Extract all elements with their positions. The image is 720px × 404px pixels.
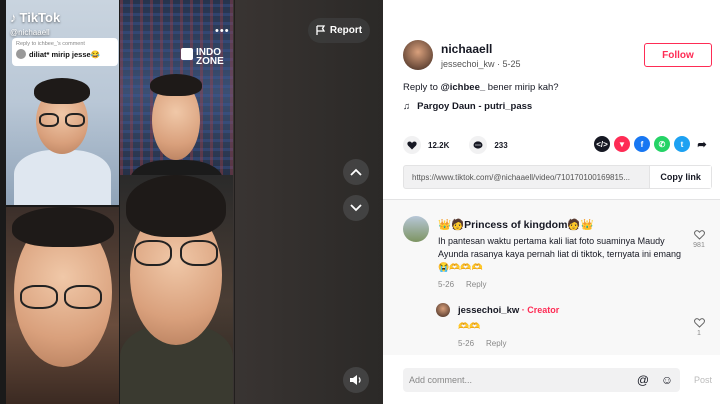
share-arrow-icon[interactable]: ➦ [694,136,710,152]
next-video-button[interactable] [343,195,369,221]
comment-input-placeholder: Add comment... [409,375,473,385]
follow-button[interactable]: Follow [644,43,712,67]
caption-text: bener mirip kah? [485,82,559,93]
comment-author-name[interactable]: 👑🧑Princess of kingdom🧑👑 [438,218,594,231]
video-stats: 12.2K 233 [403,136,528,154]
music-title: Pargoy Daun - putri_pass [417,101,533,112]
reply-bubble-text: diliat* mirip jesse😂 [29,49,101,59]
report-button[interactable]: Report [308,18,370,43]
speaker-icon [350,375,361,385]
comment-like[interactable]: 981 [689,230,709,249]
comment-like-count: 981 [693,242,705,249]
tiktok-logo: ♪ TikTok [10,10,60,25]
report-label: Report [329,25,363,36]
chevron-down-icon [350,204,362,212]
post-button[interactable]: Post [694,375,712,385]
reply-bubble-header: Reply to ichbee_'s comment [16,41,85,47]
reply-author-line: jessechoi_kw · Creator [458,305,559,316]
comment-reply-button[interactable]: Reply [466,280,486,289]
chevron-up-icon [350,168,362,176]
indozone-text: INDO ZONE [196,47,224,67]
like-count: 12.2K [428,140,450,150]
reply-reply-button[interactable]: Reply [486,339,506,348]
reply-like[interactable]: 1 [689,318,709,337]
commenter-avatar[interactable] [403,216,429,242]
mention-icon[interactable]: @ [636,373,650,387]
caption-prefix: Reply to [403,82,441,93]
indozone-watermark: INDO ZONE [181,47,226,67]
volume-button[interactable] [343,367,369,393]
tiktok-note-icon: ♪ [10,10,17,25]
tiktok-video-page: ♪ TikTok @nichaaell Reply to ichbee_'s c… [0,0,720,404]
indozone-logo-icon [181,48,193,60]
embed-icon[interactable]: </> [594,136,610,152]
comment-bubble-icon [473,140,483,149]
reply-date: 5-26 [458,339,475,348]
heart-icon [407,140,417,149]
video-player[interactable]: ♪ TikTok @nichaaell Reply to ichbee_'s c… [0,0,383,404]
reply-author-name[interactable]: jessechoi_kw [458,305,519,316]
twitter-icon[interactable]: t [674,136,690,152]
heart-outline-icon [693,230,705,240]
video-frame: ♪ TikTok @nichaaell Reply to ichbee_'s c… [0,0,235,404]
comment-count: 233 [494,140,508,150]
comment-date: 5-26 [438,280,455,289]
comment-input[interactable]: Add comment... @ ☺ [403,368,680,392]
video-watermark-username: @nichaaell [10,28,50,37]
video-tile-bottom-left [6,207,119,404]
share-buttons: </> ▼ f ✆ t ➦ [594,136,710,152]
author-info: nichaaell jessechoi_kw · 5-25 [403,40,521,70]
like-button[interactable] [403,136,421,154]
facebook-icon[interactable]: f [634,136,650,152]
send-to-friends-icon[interactable]: ▼ [614,136,630,152]
music-link[interactable]: ♫ Pargoy Daun - putri_pass [403,101,532,112]
creator-badge: · Creator [519,305,560,315]
comment-text: Ih pantesan waktu pertama kali liat foto… [438,236,681,272]
video-url[interactable]: https://www.tiktok.com/@nichaaell/video/… [404,173,649,182]
video-caption: Reply to @ichbee_ bener mirip kah? [403,82,559,93]
comment-meta: 5-26 Reply [438,280,486,289]
comment-button[interactable] [469,136,488,154]
more-dots-icon: ••• [215,25,230,37]
reply-meta: 5-26 Reply [458,339,506,348]
reply-bubble-avatar [16,49,26,59]
video-tile-bottom-right [120,175,233,404]
reply-comment-bubble: Reply to ichbee_'s comment diliat* mirip… [12,38,118,66]
flag-icon [316,25,326,35]
author-subline: jessechoi_kw · 5-25 [441,58,521,69]
caption-mention-link[interactable]: @ichbee_ [441,82,486,93]
copy-link-button[interactable]: Copy link [649,166,711,188]
tiktok-brand-text: TikTok [19,10,61,25]
music-note-icon: ♫ [403,101,411,112]
reply-like-count: 1 [697,330,701,337]
reply-text: 🫶🫶 [458,321,481,331]
details-panel: nichaaell jessechoi_kw · 5-25 Follow Rep… [383,0,720,404]
author-avatar[interactable] [403,40,433,70]
heart-outline-icon [693,318,705,328]
whatsapp-icon[interactable]: ✆ [654,136,670,152]
video-link-box: https://www.tiktok.com/@nichaaell/video/… [403,165,712,189]
emoji-icon[interactable]: ☺ [660,373,674,387]
reply-author-avatar[interactable] [436,303,450,317]
comment-list: 👑🧑Princess of kingdom🧑👑 Ih pantesan wakt… [383,200,720,355]
previous-video-button[interactable] [343,159,369,185]
author-username[interactable]: nichaaell [441,42,521,56]
